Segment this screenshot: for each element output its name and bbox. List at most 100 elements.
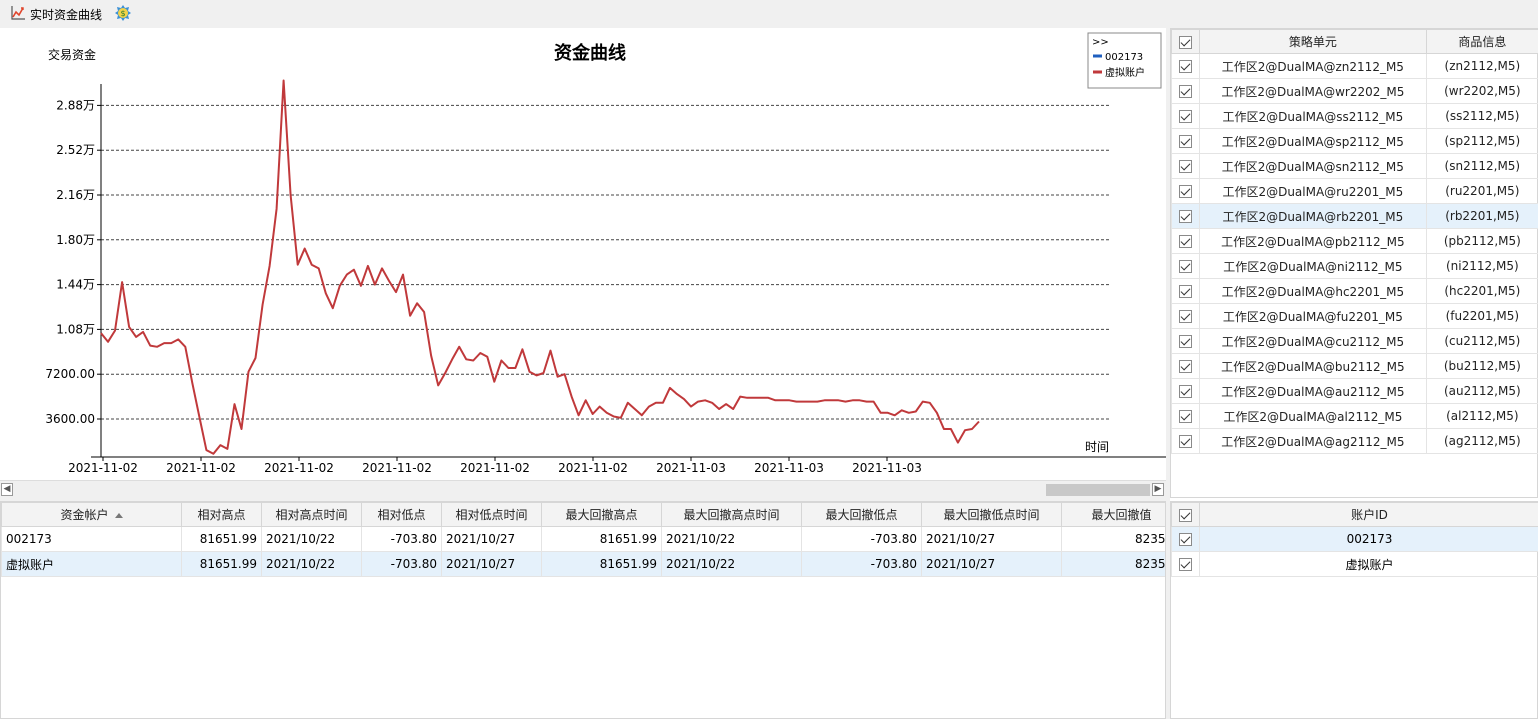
col-rel-low[interactable]: 相对低点 (361, 502, 442, 527)
checkbox-icon[interactable] (1179, 335, 1193, 348)
account-id-checkbox[interactable] (1171, 551, 1200, 577)
checkbox-icon[interactable] (1179, 385, 1193, 398)
rel-low-time-cell[interactable]: 2021/10/27 (441, 526, 542, 552)
col-mdd-high-time[interactable]: 最大回撤高点时间 (661, 502, 802, 527)
strategy-row[interactable]: 工作区2@DualMA@rb2201_M5 (rb2201,M5) (1170, 203, 1538, 229)
strategy-row[interactable]: 工作区2@DualMA@al2112_M5 (al2112,M5) (1170, 403, 1538, 429)
checkbox-icon[interactable] (1179, 508, 1192, 522)
strategy-unit-cell[interactable]: 工作区2@DualMA@zn2112_M5 (1199, 53, 1427, 79)
strategy-row-checkbox[interactable] (1170, 78, 1201, 104)
product-info-cell[interactable]: (bu2112,M5) (1425, 353, 1538, 379)
checkbox-icon[interactable] (1179, 558, 1192, 571)
scroll-left-icon[interactable]: ◀ (1, 483, 13, 496)
checkbox-icon[interactable] (1179, 410, 1193, 423)
strategy-row-checkbox[interactable] (1170, 203, 1201, 229)
rel-low-cell[interactable]: -703.80 (361, 526, 442, 552)
strategy-unit-cell[interactable]: 工作区2@DualMA@al2112_M5 (1199, 403, 1427, 429)
strategy-unit-cell[interactable]: 工作区2@DualMA@wr2202_M5 (1199, 78, 1427, 104)
checkbox-icon[interactable] (1179, 260, 1193, 273)
product-info-cell[interactable]: (ru2201,M5) (1425, 178, 1538, 204)
mdd-high-cell[interactable]: 81651.99 (541, 551, 662, 577)
checkbox-icon[interactable] (1179, 210, 1193, 223)
col-mdd-high[interactable]: 最大回撤高点 (541, 502, 662, 527)
strategy-row[interactable]: 工作区2@DualMA@hc2201_M5 (hc2201,M5) (1170, 278, 1538, 304)
strategy-unit-cell[interactable]: 工作区2@DualMA@rb2201_M5 (1199, 203, 1427, 229)
strategy-row[interactable]: 工作区2@DualMA@cu2112_M5 (cu2112,M5) (1170, 328, 1538, 354)
product-info-cell[interactable]: (hc2201,M5) (1425, 278, 1538, 304)
mdd-high-time-cell[interactable]: 2021/10/22 (661, 526, 802, 552)
strategy-unit-cell[interactable]: 工作区2@DualMA@pb2112_M5 (1199, 228, 1427, 254)
strategy-row-checkbox[interactable] (1170, 428, 1201, 454)
strategy-row-checkbox[interactable] (1170, 353, 1201, 379)
col-rel-high[interactable]: 相对高点 (181, 502, 262, 527)
scroll-right-icon[interactable]: ▶ (1152, 483, 1164, 496)
product-info-cell[interactable]: (ag2112,M5) (1425, 428, 1538, 454)
mdd-low-time-cell[interactable]: 2021/10/27 (921, 526, 1062, 552)
strategy-row[interactable]: 工作区2@DualMA@ru2201_M5 (ru2201,M5) (1170, 178, 1538, 204)
mdd-value-cell[interactable]: 82355. (1061, 551, 1165, 577)
strategy-row[interactable]: 工作区2@DualMA@bu2112_M5 (bu2112,M5) (1170, 353, 1538, 379)
strategy-row-checkbox[interactable] (1170, 153, 1201, 179)
strategy-row[interactable]: 工作区2@DualMA@au2112_M5 (au2112,M5) (1170, 378, 1538, 404)
strategy-unit-cell[interactable]: 工作区2@DualMA@sp2112_M5 (1199, 128, 1427, 154)
account-id-cell[interactable]: 002173 (1199, 526, 1538, 552)
checkbox-icon[interactable] (1179, 160, 1193, 173)
strategy-row[interactable]: 工作区2@DualMA@zn2112_M5 (zn2112,M5) (1170, 53, 1538, 79)
strategy-row[interactable]: 工作区2@DualMA@fu2201_M5 (fu2201,M5) (1170, 303, 1538, 329)
checkbox-icon[interactable] (1179, 360, 1193, 373)
checkbox-icon[interactable] (1179, 435, 1193, 448)
sort-ascending-icon[interactable] (114, 513, 123, 518)
col-mdd-low[interactable]: 最大回撤低点 (801, 502, 922, 527)
product-info-cell[interactable]: (rb2201,M5) (1425, 203, 1538, 229)
strategy-row-checkbox[interactable] (1170, 178, 1201, 204)
checkbox-icon[interactable] (1179, 285, 1193, 298)
select-all-checkbox[interactable] (1170, 29, 1201, 54)
product-info-cell[interactable]: (au2112,M5) (1425, 378, 1538, 404)
strategy-row-checkbox[interactable] (1170, 328, 1201, 354)
rel-low-time-cell[interactable]: 2021/10/27 (441, 551, 542, 577)
rel-high-cell[interactable]: 81651.99 (181, 551, 262, 577)
strategy-unit-cell[interactable]: 工作区2@DualMA@ag2112_M5 (1199, 428, 1427, 454)
strategy-row-checkbox[interactable] (1170, 403, 1201, 429)
mdd-value-cell[interactable]: 82355. (1061, 526, 1165, 552)
rel-low-cell[interactable]: -703.80 (361, 551, 442, 577)
chart-legend[interactable]: >> 002173 虚拟账户 (1087, 32, 1162, 89)
strategy-unit-cell[interactable]: 工作区2@DualMA@hc2201_M5 (1199, 278, 1427, 304)
account-select-all-checkbox[interactable] (1171, 502, 1200, 527)
strategy-row[interactable]: 工作区2@DualMA@wr2202_M5 (wr2202,M5) (1170, 78, 1538, 104)
account-stats-row[interactable]: 002173 81651.99 2021/10/22 -703.80 2021/10/2… (1, 526, 1165, 552)
mdd-high-cell[interactable]: 81651.99 (541, 526, 662, 552)
col-rel-low-time[interactable]: 相对低点时间 (441, 502, 542, 527)
strategy-row-checkbox[interactable] (1170, 128, 1201, 154)
product-info-header[interactable]: 商品信息 (1425, 29, 1538, 54)
product-info-cell[interactable]: (ss2112,M5) (1425, 103, 1538, 129)
product-info-cell[interactable]: (al2112,M5) (1425, 403, 1538, 429)
rel-high-time-cell[interactable]: 2021/10/22 (261, 551, 362, 577)
mdd-low-cell[interactable]: -703.80 (801, 551, 922, 577)
checkbox-icon[interactable] (1179, 533, 1192, 546)
strategy-unit-cell[interactable]: 工作区2@DualMA@cu2112_M5 (1199, 328, 1427, 354)
mdd-low-cell[interactable]: -703.80 (801, 526, 922, 552)
checkbox-icon[interactable] (1179, 85, 1193, 98)
checkbox-icon[interactable] (1179, 310, 1193, 323)
account-id-header[interactable]: 账户ID (1199, 502, 1538, 527)
strategy-unit-cell[interactable]: 工作区2@DualMA@fu2201_M5 (1199, 303, 1427, 329)
col-mdd-low-time[interactable]: 最大回撤低点时间 (921, 502, 1062, 527)
mdd-low-time-cell[interactable]: 2021/10/27 (921, 551, 1062, 577)
checkbox-icon[interactable] (1179, 235, 1193, 248)
realtime-equity-curve-button[interactable]: 实时资金曲线 (6, 3, 106, 25)
product-info-cell[interactable]: (zn2112,M5) (1425, 53, 1538, 79)
rel-high-cell[interactable]: 81651.99 (181, 526, 262, 552)
product-info-cell[interactable]: (sp2112,M5) (1425, 128, 1538, 154)
strategy-unit-cell[interactable]: 工作区2@DualMA@ss2112_M5 (1199, 103, 1427, 129)
account-cell[interactable]: 002173 (1, 526, 182, 552)
checkbox-icon[interactable] (1179, 60, 1193, 73)
strategy-unit-header[interactable]: 策略单元 (1199, 29, 1427, 54)
strategy-unit-cell[interactable]: 工作区2@DualMA@bu2112_M5 (1199, 353, 1427, 379)
strategy-unit-cell[interactable]: 工作区2@DualMA@sn2112_M5 (1199, 153, 1427, 179)
strategy-row-checkbox[interactable] (1170, 53, 1201, 79)
strategy-row-checkbox[interactable] (1170, 278, 1201, 304)
account-id-row[interactable]: 虚拟账户 (1171, 551, 1538, 577)
strategy-unit-cell[interactable]: 工作区2@DualMA@ru2201_M5 (1199, 178, 1427, 204)
account-stats-row[interactable]: 虚拟账户 81651.99 2021/10/22 -703.80 2021/10/27 8… (1, 551, 1165, 577)
